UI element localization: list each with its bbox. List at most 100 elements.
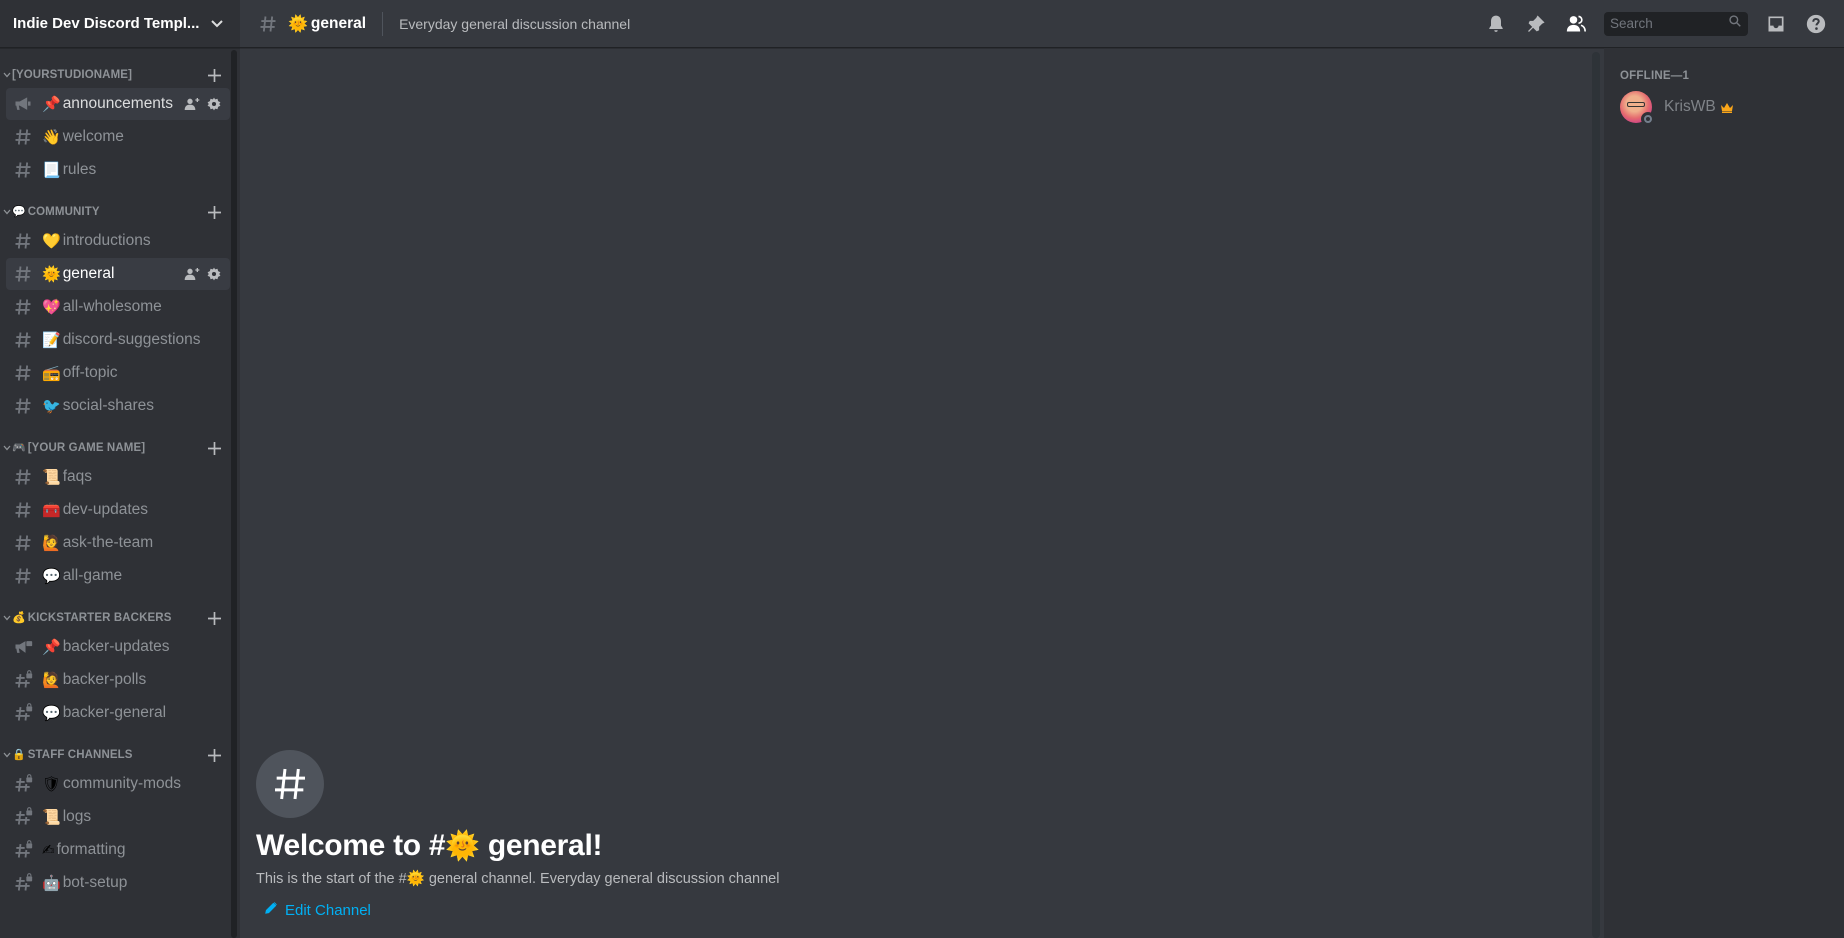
channel-emoji: 💖: [42, 298, 61, 316]
sidebar-channel-dev-updates[interactable]: 🧰 dev-updates: [6, 494, 230, 526]
search-box[interactable]: [1604, 11, 1748, 36]
welcome-title-emoji: 🌞: [445, 830, 480, 861]
category-collapse-icon[interactable]: [2, 615, 12, 621]
sidebar-channel-rules[interactable]: 📃 rules: [6, 154, 230, 186]
category-header[interactable]: 💬 COMMUNITY: [0, 200, 230, 224]
channel-emoji: 💬: [42, 567, 61, 585]
sidebar-channel-bot-setup[interactable]: 🤖 bot-setup: [6, 867, 230, 899]
chat-scrollbar[interactable]: [1592, 52, 1600, 938]
category-header[interactable]: 💰 KICKSTARTER BACKERS: [0, 606, 230, 630]
main-area: 🌞 general Everyday general discussion ch…: [240, 0, 1844, 938]
text-channel-hash-icon: [12, 159, 34, 181]
sidebar-channel-announcements[interactable]: 📌 announcements: [6, 88, 230, 120]
channel-name: backer-general: [62, 704, 167, 721]
channel-name: welcome: [62, 128, 124, 145]
channel-name: backer-polls: [62, 671, 147, 688]
category-collapse-icon[interactable]: [2, 72, 12, 78]
create-channel-plus-icon[interactable]: [206, 67, 222, 83]
locked-text-channel-icon: [12, 773, 34, 795]
invite-add-user-icon[interactable]: [184, 96, 200, 112]
channel-list: [YOURSTUDIONAME] 📌 announcements 👋 welcome 📃 r…: [0, 48, 240, 938]
offline-status-icon: [1641, 112, 1655, 126]
channel-name: community-mods: [63, 775, 182, 792]
channel-emoji: 📝: [42, 331, 61, 349]
channel-emoji: 📃: [42, 161, 61, 179]
edit-channel-button[interactable]: Edit Channel: [256, 901, 371, 919]
text-channel-hash-icon: [12, 263, 34, 285]
invite-add-user-icon[interactable]: [184, 266, 200, 282]
category-emoji: 🔒: [12, 748, 26, 761]
help-icon[interactable]: [1804, 12, 1828, 36]
sidebar-scrollbar[interactable]: [231, 50, 237, 938]
channel-actions: [184, 266, 222, 282]
guild-name: Indie Dev Discord Templ...: [13, 15, 200, 32]
gear-icon[interactable]: [206, 96, 222, 112]
channel-emoji: 🌞: [42, 265, 61, 283]
create-channel-plus-icon[interactable]: [206, 610, 222, 626]
sidebar-channel-introductions[interactable]: 💛 introductions: [6, 225, 230, 257]
avatar[interactable]: [1620, 91, 1655, 126]
channel-emoji: 🤖: [42, 874, 61, 892]
category-collapse-icon[interactable]: [2, 445, 12, 451]
sidebar-channel-backer-general[interactable]: 💬 backer-general: [6, 697, 230, 729]
header-toolbar: [1484, 11, 1828, 36]
inbox-icon[interactable]: [1764, 12, 1788, 36]
channel-emoji: 📜: [42, 808, 61, 826]
bell-icon[interactable]: [1484, 12, 1508, 36]
text-channel-hash-icon: [12, 532, 34, 554]
channel-emoji: 📌: [42, 95, 61, 113]
sidebar-channel-faqs[interactable]: 📜 faqs: [6, 461, 230, 493]
channel-emoji: 🙋: [42, 534, 61, 552]
sidebar-channel-welcome[interactable]: 👋 welcome: [6, 121, 230, 153]
guild-header[interactable]: Indie Dev Discord Templ...: [0, 0, 240, 48]
sidebar-channel-social-shares[interactable]: 🐦 social-shares: [6, 390, 230, 422]
channel-topic[interactable]: Everyday general discussion channel: [399, 16, 1484, 32]
chevron-down-icon[interactable]: [208, 15, 226, 33]
sidebar-channel-ask-the-team[interactable]: 🙋 ask-the-team: [6, 527, 230, 559]
content-row: Welcome to #🌞 general! This is the start…: [240, 48, 1844, 938]
channel-header: 🌞 general Everyday general discussion ch…: [240, 0, 1844, 48]
channel-emoji: ✍: [42, 841, 55, 859]
create-channel-plus-icon[interactable]: [206, 204, 222, 220]
sidebar-channel-backer-polls[interactable]: 🙋 backer-polls: [6, 664, 230, 696]
sidebar-channel-formatting[interactable]: ✍ formatting: [6, 834, 230, 866]
category-name: KICKSTARTER BACKERS: [27, 612, 172, 624]
sidebar-channel-all-wholesome[interactable]: 💖 all-wholesome: [6, 291, 230, 323]
category-header[interactable]: [YOURSTUDIONAME]: [0, 63, 230, 87]
channel-emoji: 🌞: [288, 15, 308, 33]
member-item[interactable]: KrisWB: [1612, 86, 1836, 128]
pin-icon[interactable]: [1524, 12, 1548, 36]
category-emoji: 💰: [12, 611, 26, 624]
category-header[interactable]: 🎮 [YOUR GAME NAME]: [0, 436, 230, 460]
text-channel-hash-icon: [12, 395, 34, 417]
text-channel-hash-icon: [12, 362, 34, 384]
message-area: Welcome to #🌞 general! This is the start…: [240, 48, 1604, 938]
channel-actions: [184, 96, 222, 112]
gear-icon[interactable]: [206, 266, 222, 282]
category-collapse-icon[interactable]: [2, 752, 12, 758]
category-collapse-icon[interactable]: [2, 209, 12, 215]
channel-name: dev-updates: [62, 501, 148, 518]
sidebar-channel-off-topic[interactable]: 📻 off-topic: [6, 357, 230, 389]
channel-name: all-game: [62, 567, 123, 584]
sidebar-channel-all-game[interactable]: 💬 all-game: [6, 560, 230, 592]
members-icon[interactable]: [1564, 12, 1588, 36]
sidebar-channel-logs[interactable]: 📜 logs: [6, 801, 230, 833]
category-emoji: 💬: [12, 205, 26, 218]
category-name: [YOURSTUDIONAME]: [12, 69, 133, 81]
channel-emoji: 💛: [42, 232, 61, 250]
text-channel-hash-icon: [12, 466, 34, 488]
sidebar-channel-general[interactable]: 🌞 general: [6, 258, 230, 290]
create-channel-plus-icon[interactable]: [206, 440, 222, 456]
category-name: [YOUR GAME NAME]: [27, 442, 146, 454]
category-header[interactable]: 🔒 STAFF CHANNELS: [0, 743, 230, 767]
create-channel-plus-icon[interactable]: [206, 747, 222, 763]
sidebar-channel-discord-suggestions[interactable]: 📝 discord-suggestions: [6, 324, 230, 356]
locked-text-channel-icon: [12, 872, 34, 894]
text-channel-hash-icon: [12, 296, 34, 318]
sidebar-channel-community-mods[interactable]: 🛡 community-mods: [6, 768, 230, 800]
category-emoji: 🎮: [12, 441, 26, 454]
search-input[interactable]: [1610, 16, 1728, 31]
sidebar-channel-backer-updates[interactable]: 📌 backer-updates: [6, 631, 230, 663]
channel-name: off-topic: [62, 364, 118, 381]
